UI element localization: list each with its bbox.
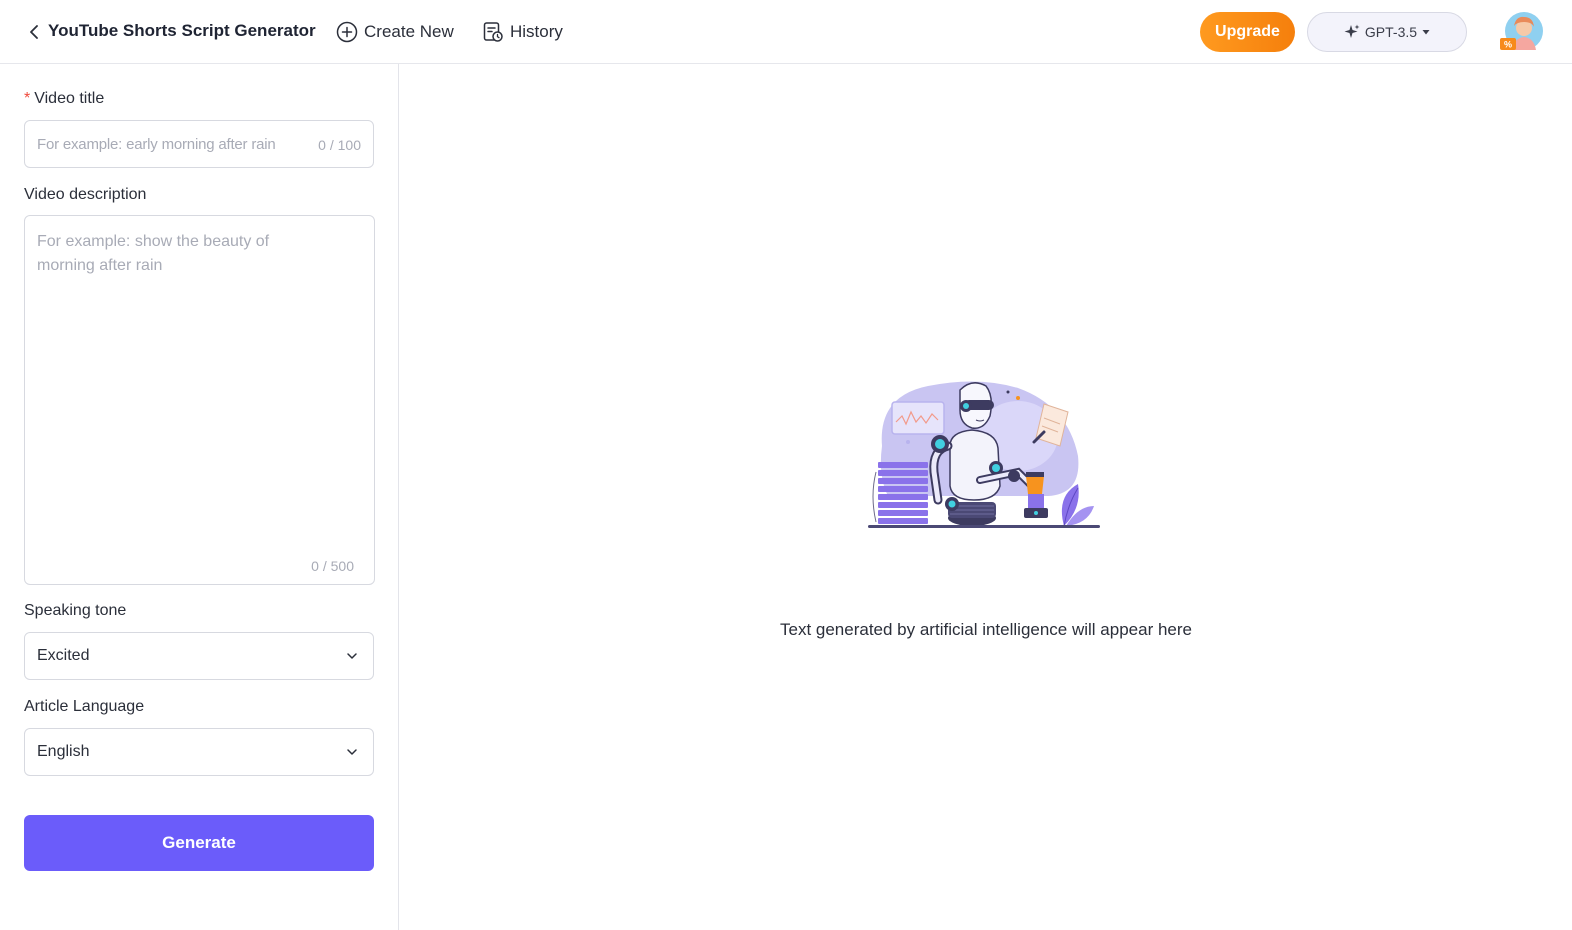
- create-new-label: Create New: [364, 22, 454, 41]
- svg-text:%: %: [1504, 40, 1512, 50]
- user-avatar[interactable]: %: [1500, 12, 1544, 52]
- chevron-down-icon: [345, 649, 359, 663]
- article-language-select[interactable]: English: [24, 728, 374, 776]
- empty-output-message: Text generated by artificial intelligenc…: [779, 620, 1192, 639]
- robot-illustration: [868, 376, 1100, 536]
- history-button[interactable]: History: [482, 20, 563, 44]
- upgrade-button[interactable]: Upgrade: [1200, 12, 1295, 52]
- model-selector[interactable]: GPT-3.5: [1307, 12, 1467, 52]
- history-icon: [482, 21, 504, 43]
- required-asterisk: *: [24, 90, 31, 107]
- speaking-tone-label: Speaking tone: [24, 602, 127, 619]
- top-bar: YouTube Shorts Script Generator Create N…: [0, 0, 1572, 64]
- video-title-label: * Video title: [24, 90, 105, 107]
- video-description-label: Video description: [24, 186, 147, 203]
- speaking-tone-value: Excited: [37, 647, 90, 664]
- video-description-counter: 0 / 500: [311, 558, 354, 574]
- speaking-tone-select[interactable]: Excited: [24, 632, 374, 680]
- create-new-button[interactable]: Create New: [336, 20, 454, 44]
- video-description-placeholder: For example: show the beauty of morning …: [37, 233, 270, 274]
- caret-down-icon: [1421, 27, 1431, 37]
- video-description-textarea[interactable]: For example: show the beauty of morning …: [24, 215, 375, 585]
- video-title-counter: 0 / 100: [318, 137, 361, 153]
- article-language-value: English: [37, 743, 90, 760]
- app-title: YouTube Shorts Script Generator: [48, 21, 316, 40]
- form-panel: * Video title For example: early morning …: [0, 64, 399, 930]
- output-panel: Text generated by artificial intelligenc…: [400, 64, 1572, 930]
- video-title-placeholder: For example: early morning after rain: [37, 136, 276, 153]
- plus-circle-icon: [336, 21, 358, 43]
- article-language-label: Article Language: [24, 698, 145, 715]
- sparkle-icon: [1343, 23, 1361, 41]
- chevron-down-icon: [345, 745, 359, 759]
- back-chevron-icon[interactable]: [26, 22, 42, 42]
- video-title-input[interactable]: For example: early morning after rain 0 …: [24, 120, 374, 168]
- generate-button[interactable]: Generate: [24, 815, 374, 871]
- history-label: History: [510, 22, 563, 41]
- model-label: GPT-3.5: [1364, 24, 1418, 40]
